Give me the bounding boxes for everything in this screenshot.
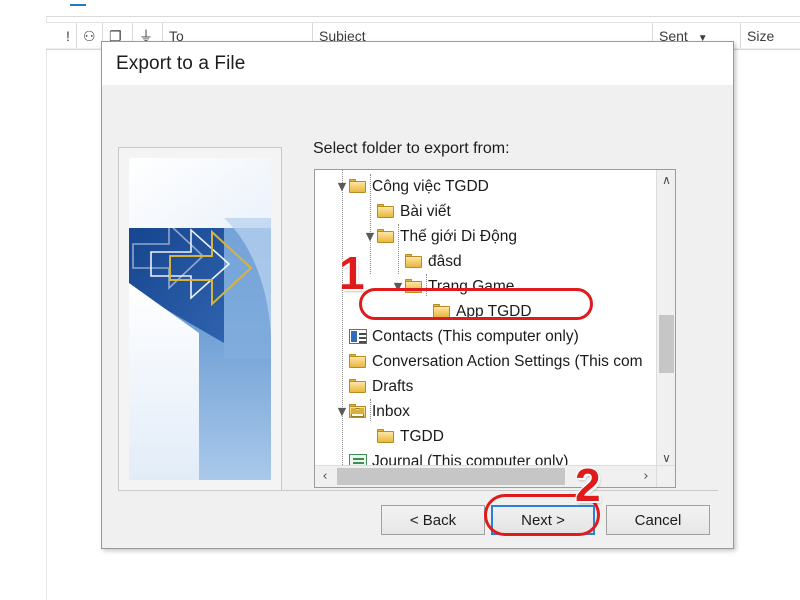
tree-item-cong-viec-tgdd[interactable]: ▼ Công việc TGDD	[335, 174, 489, 199]
dialog-titlebar: Export to a File	[102, 42, 733, 85]
folder-icon	[349, 179, 367, 194]
contacts-icon	[349, 329, 367, 344]
tree-item-label: Inbox	[372, 402, 410, 420]
tree-item-contacts[interactable]: ▼ Contacts (This computer only)	[335, 324, 579, 349]
scroll-left-icon[interactable]: ‹	[315, 466, 335, 487]
chevron-down-icon[interactable]: ▼	[363, 224, 377, 249]
cancel-button-label: Cancel	[634, 511, 682, 529]
exclamation-icon: !	[66, 28, 70, 44]
tab-unread[interactable]: Unread	[121, 0, 167, 2]
folder-icon	[405, 254, 423, 269]
annotation-step-2: 2	[575, 459, 601, 511]
tab-all-underline	[70, 4, 86, 6]
banner-artwork	[129, 158, 271, 480]
folder-icon	[377, 204, 395, 219]
inbox-icon	[349, 404, 367, 419]
tree-item-label: Thế giới Di Động	[400, 227, 517, 245]
instruction-label: Select folder to export from:	[313, 140, 510, 157]
dialog-title: Export to a File	[116, 53, 246, 74]
horizontal-scroll-thumb[interactable]	[337, 468, 565, 485]
bell-icon: ⚇	[83, 28, 96, 44]
reminder-column-header[interactable]: ⚇	[76, 23, 102, 49]
importance-column-header[interactable]: !	[60, 23, 76, 49]
tree-item-label: Drafts	[372, 377, 414, 395]
wizard-banner-image	[129, 158, 271, 480]
tree-item-label: Công việc TGDD	[372, 177, 489, 195]
scroll-right-icon[interactable]: ›	[636, 466, 656, 487]
wizard-banner-frame	[118, 147, 282, 492]
scrollbar-corner	[656, 465, 675, 487]
size-column-header[interactable]: Size	[740, 23, 800, 49]
tree-item-bai-viet[interactable]: ▼ Bài viết	[363, 199, 451, 224]
tab-all-label: All	[70, 0, 86, 2]
tree-item-label: Contacts (This computer only)	[372, 327, 579, 345]
tree-horizontal-scrollbar[interactable]: ‹ ›	[315, 465, 656, 487]
outlook-filter-tabs: All Unread	[46, 0, 800, 17]
vertical-scroll-thumb[interactable]	[659, 315, 674, 373]
scroll-up-icon[interactable]: ∧	[657, 170, 675, 189]
chevron-down-icon[interactable]: ▼	[335, 399, 349, 424]
back-button-label: < Back	[409, 511, 457, 529]
tree-item-conversation-action-settings[interactable]: ▼ Conversation Action Settings (This com	[335, 349, 643, 374]
tree-item-drafts[interactable]: ▼ Drafts	[335, 374, 413, 399]
tree-item-inbox[interactable]: ▼ Inbox	[335, 399, 410, 424]
size-column-label: Size	[747, 28, 775, 44]
tab-all[interactable]: All	[70, 0, 86, 6]
tree-item-dasd[interactable]: ▼ đâsd	[391, 249, 462, 274]
annotation-highlight-contacts	[359, 288, 593, 320]
folder-icon	[377, 429, 395, 444]
folder-icon	[349, 379, 367, 394]
tree-item-the-gioi-di-dong[interactable]: ▼ Thế giới Di Động	[363, 224, 517, 249]
tree-item-label: đâsd	[428, 252, 462, 270]
tree-item-label: TGDD	[400, 427, 444, 445]
annotation-step-1: 1	[339, 247, 365, 299]
outlook-left-gutter	[0, 0, 47, 600]
tree-vertical-scrollbar[interactable]: ∧ ∨	[656, 170, 675, 467]
tree-item-tgdd[interactable]: ▼ TGDD	[363, 424, 444, 449]
chevron-down-icon[interactable]: ▼	[335, 174, 349, 199]
tab-unread-label: Unread	[121, 0, 167, 2]
back-button[interactable]: < Back	[381, 505, 485, 535]
folder-icon	[349, 354, 367, 369]
cancel-button[interactable]: Cancel	[606, 505, 710, 535]
folder-icon	[377, 229, 395, 244]
tree-item-label: Bài viết	[400, 202, 451, 220]
tree-item-label: Conversation Action Settings (This com	[372, 352, 643, 370]
dialog-footer: < Back Next > Cancel	[102, 491, 733, 548]
folder-tree-box[interactable]: ▼ Công việc TGDD ▼ Bài viết ▼ Thế giới D…	[314, 169, 676, 488]
